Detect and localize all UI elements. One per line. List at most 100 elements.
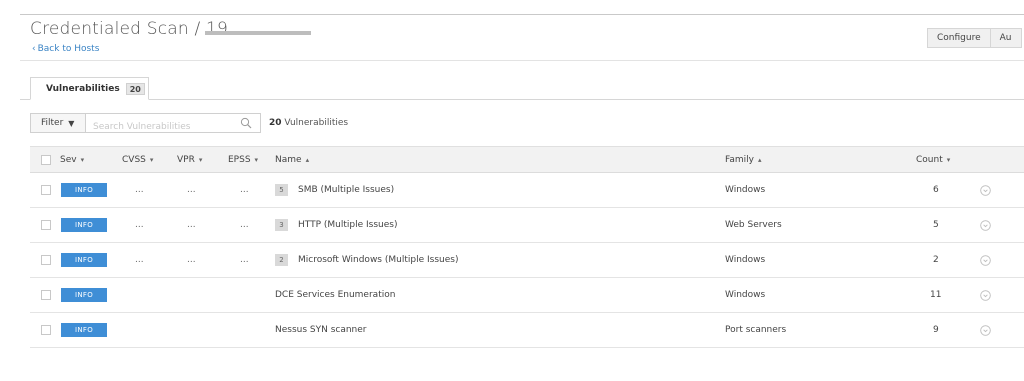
- row-action-cell: [980, 313, 991, 347]
- filter-button[interactable]: Filter ▼: [30, 113, 86, 133]
- back-link-label: Back to Hosts: [37, 44, 100, 54]
- tab-vulnerabilities[interactable]: Vulnerabilities 20: [30, 77, 149, 100]
- cvss-cell: ...: [135, 220, 144, 230]
- back-to-hosts-link[interactable]: ‹ Back to Hosts: [32, 44, 99, 54]
- column-vpr[interactable]: VPR ▾: [177, 147, 202, 172]
- vpr-cell: ...: [187, 255, 196, 265]
- family-cell: Port scanners: [725, 325, 787, 335]
- chevron-left-icon: ‹: [32, 44, 36, 54]
- column-epss[interactable]: EPSS ▾: [228, 147, 258, 172]
- chevron-circle-icon[interactable]: [980, 289, 991, 301]
- column-cvss[interactable]: CVSS ▾: [122, 147, 153, 172]
- epss-cell: ...: [240, 220, 249, 230]
- vuln-name: HTTP (Multiple Issues): [298, 220, 398, 230]
- group-count-badge: 5: [275, 184, 288, 196]
- family-cell: Windows: [725, 185, 766, 195]
- row-select-cell: [41, 278, 51, 312]
- family-cell: Windows: [725, 255, 766, 265]
- column-name-label: Name: [275, 154, 302, 165]
- sort-arrow-icon: ▾: [149, 155, 154, 164]
- count-cell: 5: [933, 220, 939, 230]
- row-checkbox[interactable]: [41, 325, 51, 335]
- row-checkbox[interactable]: [41, 185, 51, 195]
- row-select-cell: [41, 208, 51, 242]
- column-vpr-label: VPR: [177, 154, 195, 165]
- chevron-circle-icon[interactable]: [980, 254, 991, 266]
- count-cell: 9: [933, 325, 939, 335]
- severity-badge: INFO: [61, 288, 107, 302]
- select-all-checkbox[interactable]: [41, 154, 51, 165]
- configure-button[interactable]: Configure: [927, 28, 991, 48]
- select-all-cell: [41, 147, 51, 172]
- name-cell: DCE Services Enumeration: [275, 278, 395, 312]
- row-checkbox[interactable]: [41, 255, 51, 265]
- row-checkbox[interactable]: [41, 220, 51, 230]
- sev-cell: INFO: [61, 208, 107, 242]
- table-row[interactable]: INFO ... ... ... 2 Microsoft Windows (Mul…: [30, 243, 1024, 278]
- group-count-badge: 3: [275, 219, 288, 231]
- severity-badge: INFO: [61, 218, 107, 232]
- column-name[interactable]: Name ▴: [275, 147, 309, 172]
- row-action-cell: [980, 173, 991, 207]
- sort-arrow-icon: ▾: [80, 155, 85, 164]
- header-divider: [20, 60, 1024, 61]
- row-checkbox[interactable]: [41, 290, 51, 300]
- vuln-name: Nessus SYN scanner: [275, 325, 367, 335]
- table-row[interactable]: INFO DCE Services Enumeration Windows 11: [30, 278, 1024, 313]
- name-cell: 2 Microsoft Windows (Multiple Issues): [275, 243, 458, 277]
- count-cell: 2: [933, 255, 939, 265]
- search-icon[interactable]: [240, 117, 252, 129]
- tab-divider: [20, 99, 1024, 100]
- column-epss-label: EPSS: [228, 154, 251, 165]
- row-select-cell: [41, 243, 51, 277]
- chevron-circle-icon[interactable]: [980, 184, 991, 196]
- column-count[interactable]: Count ▾: [916, 147, 950, 172]
- cvss-cell: ...: [135, 255, 144, 265]
- audit-button[interactable]: Au: [990, 28, 1022, 48]
- header-button-group: Configure Au: [927, 28, 1022, 48]
- column-count-label: Count: [916, 154, 943, 165]
- table-header: Sev ▾ CVSS ▾ VPR ▾ EPSS ▾ Name ▴ Family ▴ Coun…: [30, 146, 1024, 173]
- column-family[interactable]: Family ▴: [725, 147, 761, 172]
- sev-cell: INFO: [61, 243, 107, 277]
- family-cell: Web Servers: [725, 220, 782, 230]
- sort-arrow-icon: ▾: [198, 155, 203, 164]
- vulnerabilities-table: Sev ▾ CVSS ▾ VPR ▾ EPSS ▾ Name ▴ Family ▴ Coun…: [30, 146, 1024, 348]
- name-cell: 5 SMB (Multiple Issues): [275, 173, 394, 207]
- severity-badge: INFO: [61, 323, 107, 337]
- search-input[interactable]: [86, 118, 236, 136]
- tab-label: Vulnerabilities: [46, 83, 120, 94]
- result-count-label: Vulnerabilities: [284, 118, 349, 128]
- row-action-cell: [980, 243, 991, 277]
- vpr-cell: ...: [187, 185, 196, 195]
- epss-cell: ...: [240, 255, 249, 265]
- epss-cell: ...: [240, 185, 249, 195]
- name-cell: 3 HTTP (Multiple Issues): [275, 208, 398, 242]
- top-divider: [20, 14, 1024, 15]
- column-sev[interactable]: Sev ▾: [60, 147, 84, 172]
- name-cell: Nessus SYN scanner: [275, 313, 367, 347]
- vuln-name: Microsoft Windows (Multiple Issues): [298, 255, 459, 265]
- sev-cell: INFO: [61, 278, 107, 312]
- column-sev-label: Sev: [60, 154, 77, 165]
- sev-cell: INFO: [61, 313, 107, 347]
- tab-count-badge: 20: [125, 82, 145, 95]
- search-box: [86, 113, 261, 136]
- row-select-cell: [41, 173, 51, 207]
- row-select-cell: [41, 313, 51, 347]
- chevron-circle-icon[interactable]: [980, 324, 991, 336]
- table-row[interactable]: INFO ... ... ... 5 SMB (Multiple Issues) …: [30, 173, 1024, 208]
- chevron-circle-icon[interactable]: [980, 219, 991, 231]
- table-row[interactable]: INFO ... ... ... 3 HTTP (Multiple Issues)…: [30, 208, 1024, 243]
- table-row[interactable]: INFO Nessus SYN scanner Port scanners 9: [30, 313, 1024, 348]
- row-action-cell: [980, 208, 991, 242]
- sev-cell: INFO: [61, 173, 107, 207]
- redacted-host-ip: [205, 31, 311, 35]
- row-action-cell: [980, 278, 991, 312]
- vpr-cell: ...: [187, 220, 196, 230]
- column-cvss-label: CVSS: [122, 154, 146, 165]
- vuln-name: DCE Services Enumeration: [275, 290, 396, 300]
- count-cell: 6: [933, 185, 939, 195]
- vuln-name: SMB (Multiple Issues): [298, 185, 395, 195]
- cvss-cell: ...: [135, 185, 144, 195]
